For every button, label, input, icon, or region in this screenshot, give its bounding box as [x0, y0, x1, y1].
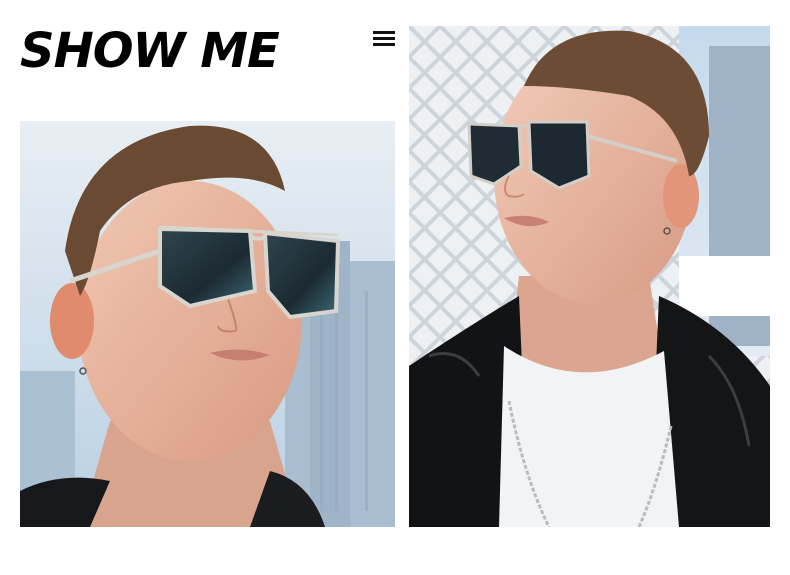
model-profile-image: [409, 26, 770, 527]
product-photo-left: [20, 121, 395, 527]
model-portrait-image: [20, 121, 395, 527]
menu-bar: [373, 37, 395, 40]
product-photo-right: [409, 26, 770, 527]
menu-bar: [373, 43, 395, 46]
menu-bar: [373, 31, 395, 34]
hamburger-menu-icon[interactable]: [373, 31, 395, 47]
page-title: SHOW ME: [20, 23, 280, 79]
